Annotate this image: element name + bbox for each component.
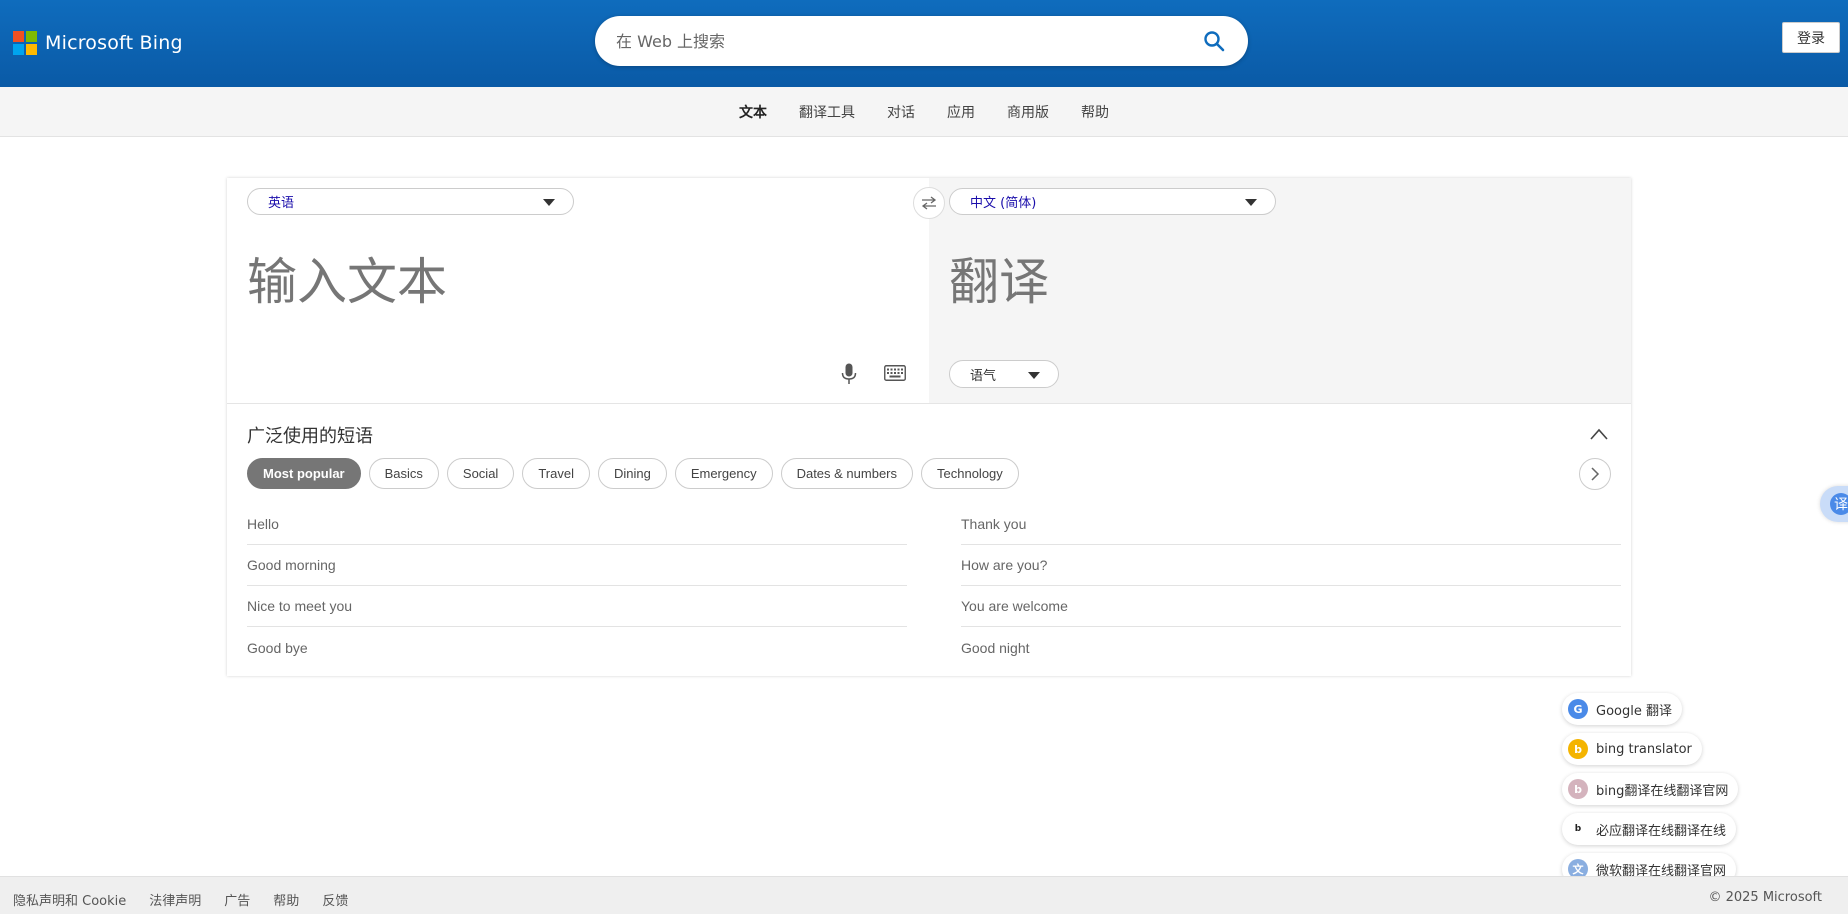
suggestion-biying-online[interactable]: b 必应翻译在线翻译在线	[1562, 813, 1737, 845]
phrase-item[interactable]: Good morning	[247, 545, 907, 586]
phrase-item[interactable]: Thank you	[961, 504, 1621, 545]
footer-link-ads[interactable]: 广告	[224, 890, 250, 909]
bing-icon: b	[1568, 739, 1588, 759]
phrase-item[interactable]: You are welcome	[961, 586, 1621, 627]
nav-tab-apps[interactable]: 应用	[931, 102, 991, 122]
nav-tab-translator-tools[interactable]: 翻译工具	[783, 102, 871, 122]
category-basics[interactable]: Basics	[368, 458, 439, 489]
swap-languages-button[interactable]	[913, 187, 945, 219]
phrase-item[interactable]: Good bye	[247, 627, 907, 668]
categories-next-button[interactable]	[1579, 458, 1611, 490]
footer-links: 隐私声明和 Cookie 法律声明 广告 帮助 反馈	[13, 890, 348, 909]
bing-favicon-icon: b	[1568, 779, 1588, 799]
target-language-label: 中文 (简体)	[970, 196, 1037, 211]
translator-nav: 文本 翻译工具 对话 应用 商用版 帮助	[0, 87, 1848, 137]
source-pane: 英语 输入文本	[227, 178, 929, 404]
footer: 隐私声明和 Cookie 法律声明 广告 帮助 反馈 © 2025 Micros…	[0, 876, 1848, 914]
chevron-down-icon	[543, 199, 555, 206]
chevron-down-icon	[1028, 372, 1040, 379]
source-text-input[interactable]: 输入文本	[247, 242, 447, 314]
search-input[interactable]	[616, 31, 1176, 51]
tone-select[interactable]: 语气	[949, 360, 1059, 388]
microsoft-logo-icon	[13, 31, 37, 55]
nav-tab-conversation[interactable]: 对话	[871, 102, 931, 122]
phrase-item[interactable]: Nice to meet you	[247, 586, 907, 627]
category-dining[interactable]: Dining	[597, 458, 667, 489]
source-language-select[interactable]: 英语	[247, 188, 574, 215]
category-social[interactable]: Social	[446, 458, 515, 489]
footer-link-legal[interactable]: 法律声明	[149, 890, 201, 909]
chevron-right-icon	[1591, 467, 1600, 481]
translation-output: 翻译	[949, 253, 1049, 311]
google-translate-icon: G	[1568, 699, 1588, 719]
brand-name: Microsoft Bing	[45, 32, 183, 54]
phrase-item[interactable]: Good night	[961, 627, 1621, 668]
suggestion-label: Google 翻译	[1596, 703, 1672, 719]
suggestion-google-translate[interactable]: G Google 翻译	[1562, 693, 1682, 725]
phrases-right-column: Thank you How are you? You are welcome G…	[961, 504, 1621, 668]
header-bar: Microsoft Bing 登录	[0, 0, 1848, 87]
target-pane: 中文 (简体) 翻译 语气	[929, 178, 1631, 404]
nav-tab-help[interactable]: 帮助	[1065, 102, 1125, 122]
phrase-item[interactable]: How are you?	[961, 545, 1621, 586]
category-travel[interactable]: Travel	[522, 458, 590, 489]
suggestion-bing-online[interactable]: b bing翻译在线翻译官网	[1562, 773, 1739, 805]
phrases-left-column: Hello Good morning Nice to meet you Good…	[247, 504, 907, 668]
microphone-icon[interactable]	[841, 363, 857, 385]
suggestion-label: bing翻译在线翻译官网	[1596, 783, 1729, 799]
keyboard-icon[interactable]	[884, 365, 906, 381]
translate-icon: 译	[1830, 493, 1848, 515]
tone-label: 语气	[970, 368, 997, 384]
footer-link-privacy[interactable]: 隐私声明和 Cookie	[13, 890, 126, 909]
nav-tab-text[interactable]: 文本	[723, 102, 783, 122]
search-icon[interactable]	[1202, 29, 1226, 53]
footer-link-help[interactable]: 帮助	[273, 890, 299, 909]
nav-tab-business[interactable]: 商用版	[991, 102, 1065, 122]
category-most-popular[interactable]: Most popular	[247, 458, 361, 489]
swap-icon	[921, 196, 937, 210]
translator-panel: 英语 输入文本 中文 (简体) 翻译 语气 广泛使用的短语 Most popul…	[227, 178, 1631, 676]
category-emergency[interactable]: Emergency	[674, 458, 773, 489]
source-language-label: 英语	[268, 196, 295, 211]
translate-float-tab[interactable]: 译	[1820, 486, 1848, 522]
suggestion-bing-translator[interactable]: b bing translator	[1562, 733, 1702, 765]
suggestion-label: 必应翻译在线翻译在线	[1596, 823, 1727, 839]
suggestion-label: bing translator	[1596, 741, 1692, 757]
copyright: © 2025 Microsoft	[1708, 890, 1822, 905]
category-dates-numbers[interactable]: Dates & numbers	[780, 458, 914, 489]
bing-wordmark-icon: b	[1568, 819, 1588, 839]
bing-logo[interactable]: Microsoft Bing	[13, 31, 183, 55]
footer-link-feedback[interactable]: 反馈	[322, 890, 348, 909]
chevron-up-icon[interactable]	[1590, 428, 1608, 440]
phrase-item[interactable]: Hello	[247, 504, 907, 545]
login-button[interactable]: 登录	[1782, 22, 1840, 53]
search-box	[595, 16, 1248, 66]
phrase-categories: Most popular Basics Social Travel Dining…	[247, 458, 1019, 489]
phrases-heading: 广泛使用的短语	[247, 426, 373, 447]
category-technology[interactable]: Technology	[921, 458, 1019, 489]
chevron-down-icon	[1245, 199, 1257, 206]
target-language-select[interactable]: 中文 (简体)	[949, 188, 1276, 215]
